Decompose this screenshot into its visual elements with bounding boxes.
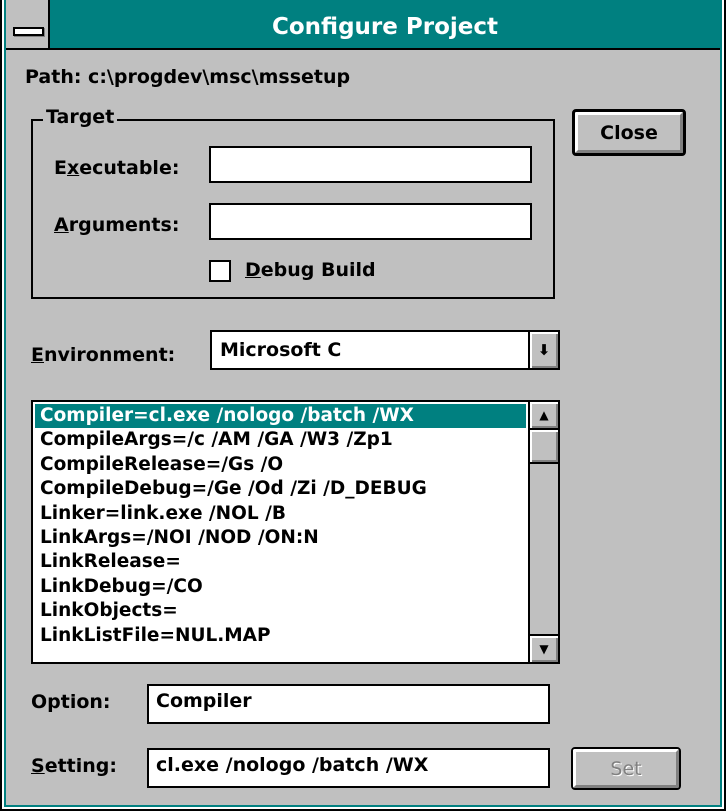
executable-input[interactable]: [209, 146, 532, 183]
window-title: Configure Project: [271, 14, 498, 40]
title-bar[interactable]: Configure Project: [50, 0, 720, 50]
system-menu-icon: [13, 27, 44, 36]
target-group: Target Executable: Arguments: Debug Buil…: [31, 106, 555, 299]
setting-input[interactable]: cl.exe /nologo /batch /WX: [147, 748, 550, 788]
environment-value: Microsoft C: [220, 339, 342, 361]
list-scrollbar[interactable]: ▲ ▼: [528, 402, 558, 662]
target-group-title: Target: [43, 106, 118, 128]
environment-label: Environment:: [31, 344, 176, 366]
arguments-label: Arguments:: [54, 214, 180, 236]
list-item[interactable]: CompileArgs=/c /AM /GA /W3 /Zp1: [35, 428, 526, 452]
option-field[interactable]: Compiler: [147, 684, 550, 724]
set-button[interactable]: Set: [571, 747, 681, 790]
debug-build-checkbox[interactable]: [209, 260, 231, 282]
close-button[interactable]: Close: [572, 109, 686, 156]
list-item[interactable]: CompileDebug=/Ge /Od /Zi /D_DEBUG: [35, 477, 526, 501]
list-item[interactable]: LinkArgs=/NOI /NOD /ON:N: [35, 526, 526, 550]
list-item[interactable]: LinkDebug=/CO: [35, 575, 526, 599]
dropdown-arrow-icon[interactable]: ⬇: [528, 332, 558, 368]
environment-dropdown[interactable]: Microsoft C ⬇: [210, 330, 560, 370]
list-item[interactable]: LinkListFile=NUL.MAP: [35, 624, 526, 648]
options-list: Compiler=cl.exe /nologo /batch /WX Compil…: [35, 404, 526, 648]
list-item[interactable]: CompileRelease=/Gs /O: [35, 453, 526, 477]
path-label: Path: c:\progdev\msc\mssetup: [25, 66, 351, 88]
debug-build-label[interactable]: Debug Build: [245, 259, 376, 281]
dialog-client-area: Path: c:\progdev\msc\mssetup Target Exec…: [6, 50, 720, 805]
list-item[interactable]: Linker=link.exe /NOL /B: [35, 502, 526, 526]
scroll-down-arrow-icon[interactable]: ▼: [530, 634, 558, 662]
scroll-up-arrow-icon[interactable]: ▲: [530, 402, 558, 430]
list-item[interactable]: Compiler=cl.exe /nologo /batch /WX: [35, 404, 526, 429]
arguments-input[interactable]: [209, 203, 532, 240]
list-item[interactable]: LinkObjects=: [35, 599, 526, 623]
system-menu-button[interactable]: [6, 0, 50, 50]
setting-label: Setting:: [31, 755, 117, 777]
list-item[interactable]: LinkRelease=: [35, 550, 526, 574]
scroll-thumb[interactable]: [530, 430, 558, 464]
option-label: Option:: [31, 691, 111, 713]
options-listbox[interactable]: Compiler=cl.exe /nologo /batch /WX Compil…: [31, 400, 560, 664]
executable-label: Executable:: [54, 157, 180, 179]
